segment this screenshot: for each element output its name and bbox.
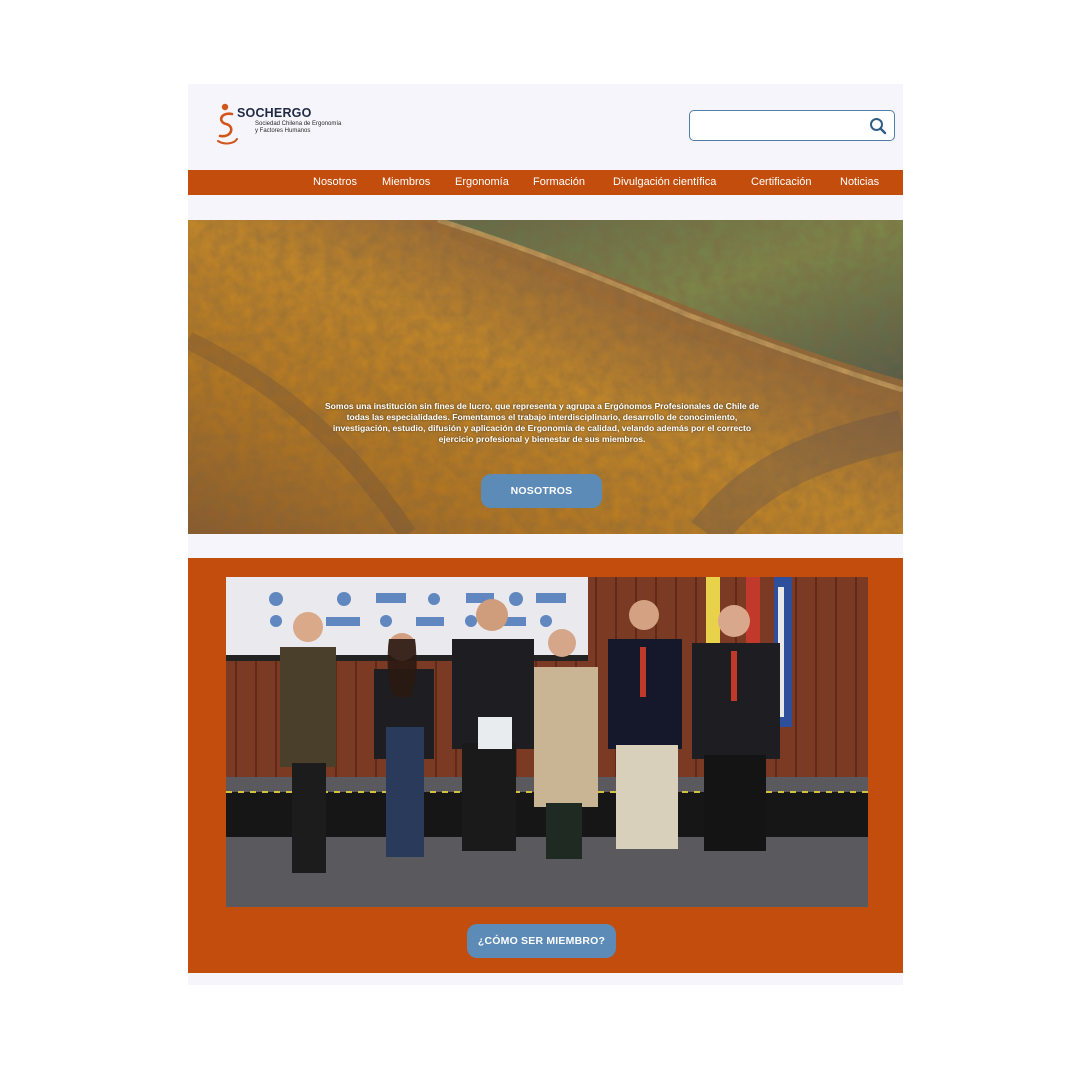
logo-icon <box>217 103 238 145</box>
group-photo-image <box>226 577 868 907</box>
members-section: ¿CÓMO SER MIEMBRO? <box>188 558 903 973</box>
nav-item-noticias[interactable]: Noticias <box>840 170 879 195</box>
hero-description: Somos una institución sin fines de lucro… <box>324 401 760 444</box>
search-input[interactable] <box>696 116 856 135</box>
nosotros-button[interactable]: NOSOTROS <box>481 474 602 508</box>
logo-name: SOCHERGO <box>237 106 312 120</box>
nav-item-formacion[interactable]: Formación <box>533 170 585 195</box>
site-header: SOCHERGO Sociedad Chilena de Ergonomía y… <box>188 84 903 170</box>
page: SOCHERGO Sociedad Chilena de Ergonomía y… <box>188 84 903 985</box>
hero-banner: Somos una institución sin fines de lucro… <box>188 220 903 534</box>
nav-item-nosotros[interactable]: Nosotros <box>313 170 357 195</box>
como-ser-miembro-button[interactable]: ¿CÓMO SER MIEMBRO? <box>467 924 616 958</box>
nav-item-ergonomia[interactable]: Ergonomía <box>455 170 509 195</box>
search-box <box>689 110 895 141</box>
logo[interactable]: SOCHERGO Sociedad Chilena de Ergonomía y… <box>216 102 341 148</box>
nav-item-certificacion[interactable]: Certificación <box>751 170 812 195</box>
main-nav: Nosotros Miembros Ergonomía Formación Di… <box>188 170 903 195</box>
group-photo <box>226 577 868 907</box>
logo-tagline: Sociedad Chilena de Ergonomía y Factores… <box>255 121 342 134</box>
nav-item-miembros[interactable]: Miembros <box>382 170 430 195</box>
nav-item-divulgacion-cientifica[interactable]: Divulgación científica <box>613 170 716 195</box>
search-icon[interactable] <box>869 117 887 135</box>
